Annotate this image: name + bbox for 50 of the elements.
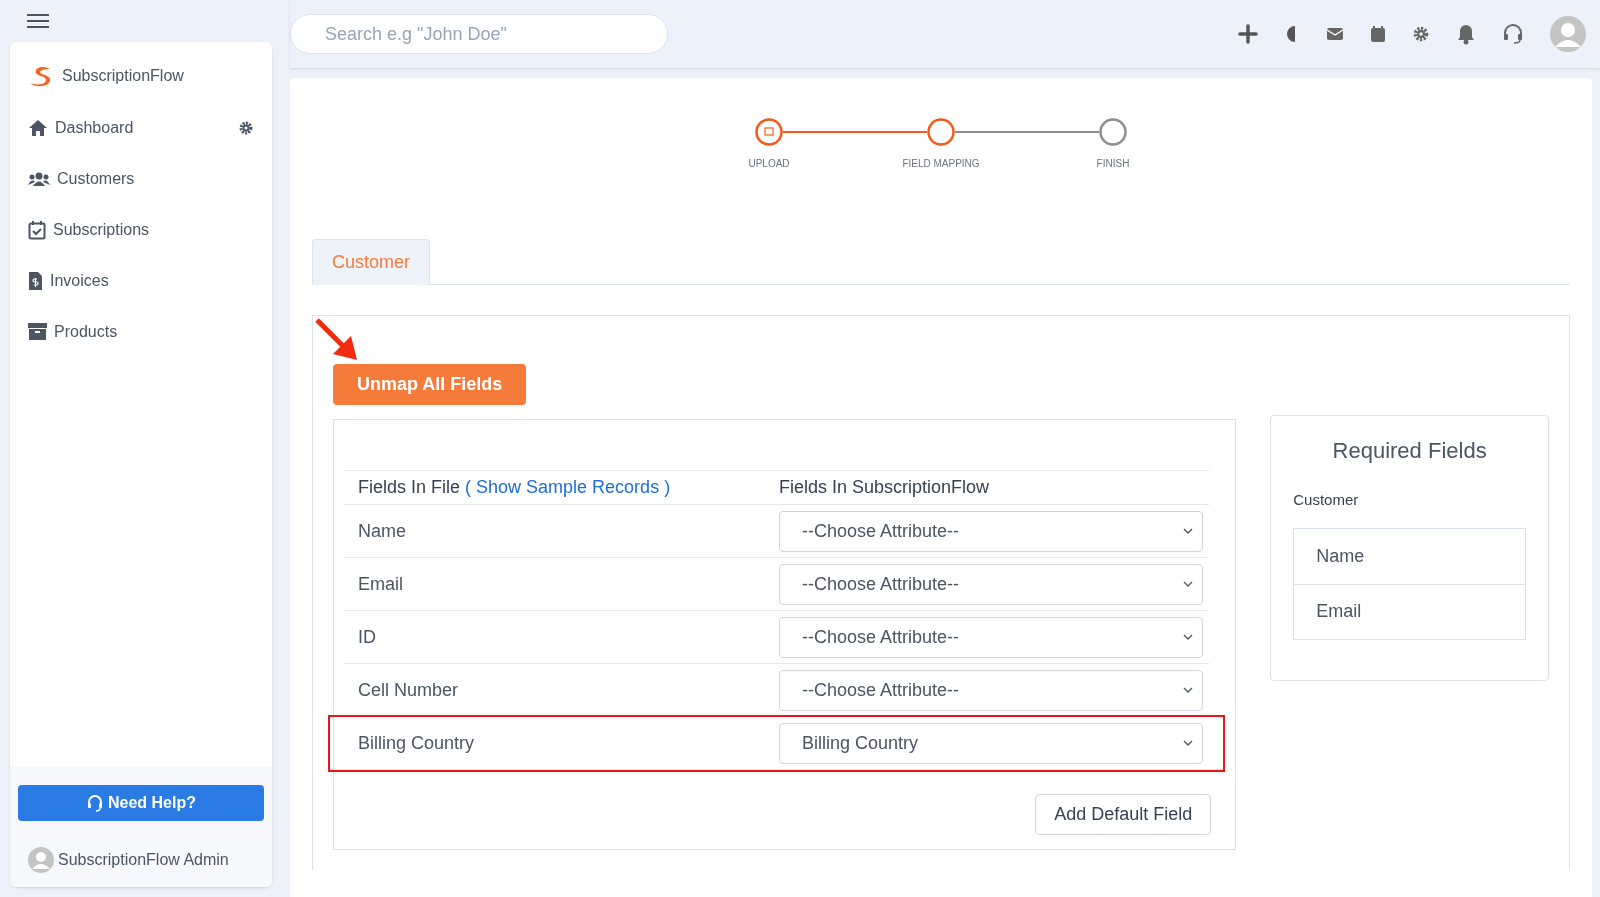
field-name: Name — [357, 519, 407, 543]
group-label: Customer — [1293, 490, 1360, 510]
users-icon — [28, 170, 50, 187]
field-name: Cell Number — [357, 678, 460, 702]
home-icon — [28, 118, 48, 137]
search-field[interactable]: Search e.g "John Doe" — [290, 14, 668, 54]
archive-box-icon — [28, 323, 47, 340]
required-field: Name — [1294, 528, 1525, 584]
attribute-select[interactable]: --Choose Attribute-- — [779, 510, 1203, 552]
sidebar-item[interactable]: Invoices — [28, 268, 109, 293]
chevron-down-icon — [1182, 686, 1194, 694]
help-button[interactable]: Need Help? — [18, 785, 264, 821]
column-header: Fields In File ( Show Sample Records ) — [357, 476, 672, 499]
mail-icon[interactable] — [1326, 27, 1344, 41]
sidebar-item[interactable]: Subscriptions — [28, 217, 150, 242]
required-field: Email — [1294, 583, 1525, 639]
step-label: UPLOAD — [748, 157, 790, 171]
chevron-down-icon — [1182, 633, 1194, 641]
brand-name: SubscriptionFlow — [62, 66, 184, 86]
attribute-select[interactable]: --Choose Attribute-- — [779, 616, 1203, 658]
chevron-down-icon — [1182, 527, 1194, 535]
settings-icon[interactable] — [238, 119, 254, 136]
add-default-field-button[interactable]: Add Default Field — [1035, 794, 1212, 835]
menu-icon[interactable] — [26, 13, 50, 29]
plus-icon[interactable] — [1238, 24, 1258, 44]
attribute-select[interactable]: Billing Country — [779, 722, 1203, 764]
calendar-icon[interactable] — [1370, 25, 1386, 43]
sidebar-item[interactable]: Customers — [28, 166, 135, 191]
bell-icon[interactable] — [1456, 23, 1476, 45]
step-label: FINISH — [1096, 157, 1130, 171]
sidebar-item[interactable]: Dashboard — [28, 115, 134, 140]
headset-icon — [86, 794, 104, 812]
sidebar-item[interactable]: Products — [28, 319, 118, 344]
settings-icon[interactable] — [1412, 25, 1430, 43]
column-header: Fields In SubscriptionFlow — [779, 476, 990, 499]
annotation-arrow — [315, 318, 359, 362]
chevron-down-icon — [1182, 739, 1194, 747]
chevron-down-icon — [1182, 580, 1194, 588]
avatar-icon — [28, 847, 54, 873]
headset-icon[interactable] — [1502, 23, 1524, 45]
attribute-select[interactable]: --Choose Attribute-- — [779, 669, 1203, 711]
invoice-icon — [28, 270, 43, 291]
field-name: Email — [357, 572, 404, 596]
step-label: FIELD MAPPING — [902, 157, 980, 171]
calendar-check-icon — [28, 219, 46, 240]
user-name[interactable]: SubscriptionFlow Admin — [58, 848, 229, 872]
card-title: Required Fields — [1331, 437, 1488, 465]
attribute-select[interactable]: --Choose Attribute-- — [779, 563, 1203, 605]
field-name: ID — [357, 625, 377, 649]
field-name: Billing Country — [357, 731, 476, 755]
